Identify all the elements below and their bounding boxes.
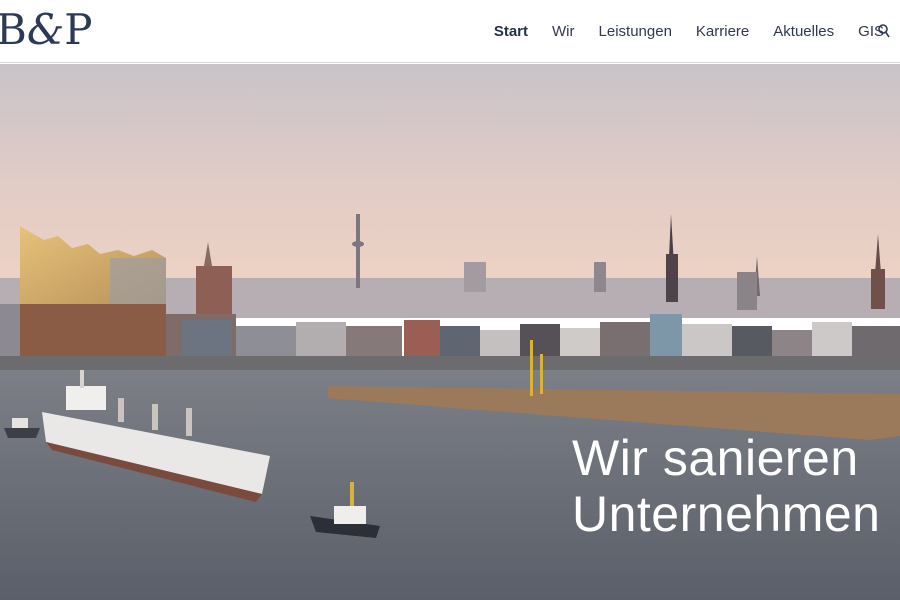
hero-banner: Wir sanieren Unternehmen xyxy=(0,64,900,600)
main-nav: Start Wir Leistungen Karriere Aktuelles … xyxy=(494,0,890,63)
nav-item-wir[interactable]: Wir xyxy=(552,23,575,40)
hero-headline-line2: Unternehmen xyxy=(572,486,881,542)
hero-headline: Wir sanieren Unternehmen xyxy=(572,430,880,542)
site-header: B&P Start Wir Leistungen Karriere Aktuel… xyxy=(0,0,900,63)
nav-item-aktuelles[interactable]: Aktuelles xyxy=(773,23,834,40)
logo-ampersand: & xyxy=(26,5,65,54)
logo-letter-p: P xyxy=(64,5,93,54)
brand-logo[interactable]: B&P xyxy=(0,5,93,55)
nav-item-leistungen[interactable]: Leistungen xyxy=(599,23,672,40)
hero-headline-line1: Wir sanieren xyxy=(572,430,859,486)
nav-item-karriere[interactable]: Karriere xyxy=(696,23,749,40)
search-icon[interactable] xyxy=(878,24,890,38)
logo-letter-b: B xyxy=(0,5,27,54)
nav-item-start[interactable]: Start xyxy=(494,23,528,40)
